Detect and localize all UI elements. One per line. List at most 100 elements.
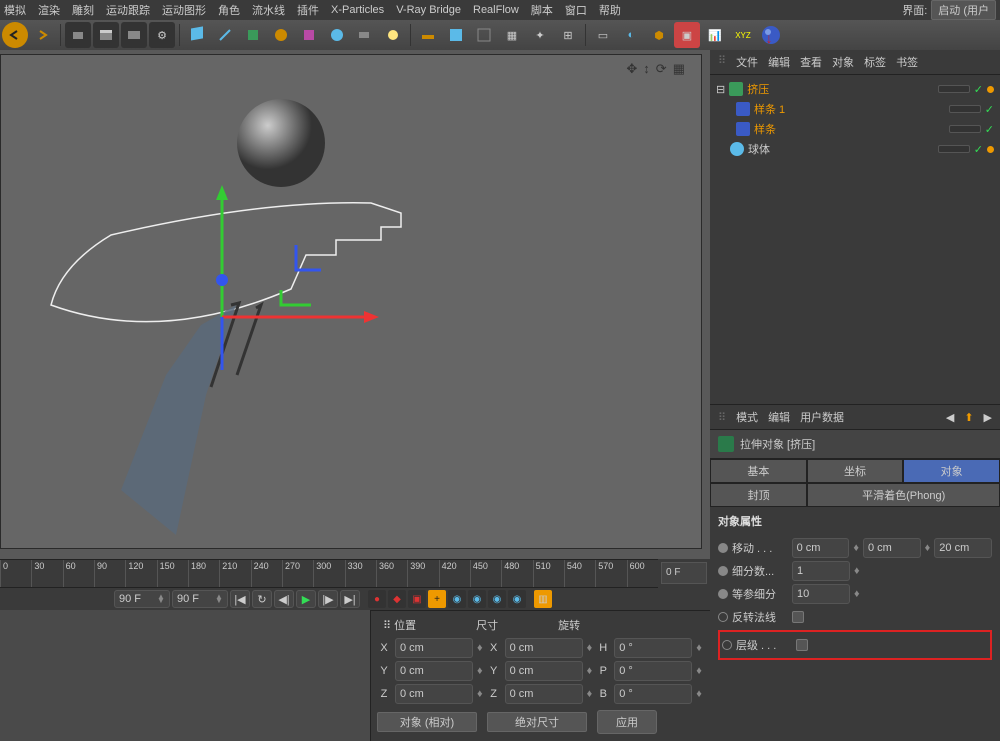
camera-tool-icon[interactable] — [352, 22, 378, 48]
apply-button[interactable]: 应用 — [597, 710, 657, 734]
panel-tab[interactable]: 编辑 — [768, 54, 790, 70]
step-fwd-button[interactable]: |▶ — [318, 590, 338, 608]
prop-dot[interactable] — [718, 543, 728, 553]
rot-h-input[interactable]: 0 ° — [614, 638, 692, 658]
grid-icon[interactable] — [471, 22, 497, 48]
sphere-tool-icon[interactable]: ↓ — [758, 22, 784, 48]
xyz-icon[interactable]: XYZ — [730, 22, 756, 48]
opt2-button[interactable]: ◉ — [468, 590, 486, 608]
tool3-icon[interactable]: ▣ — [674, 22, 700, 48]
panel-tab[interactable]: 书签 — [896, 54, 918, 70]
move-z-input[interactable]: 20 cm — [934, 538, 992, 558]
menu-item[interactable]: 流水线 — [252, 2, 285, 18]
prop-dot[interactable] — [718, 612, 728, 622]
key-button[interactable]: ◆ — [388, 590, 406, 608]
render-settings-icon[interactable]: ⚙ — [149, 22, 175, 48]
nurbs-icon[interactable] — [240, 22, 266, 48]
size-x-input[interactable]: 0 cm — [505, 638, 583, 658]
subdiv-input[interactable]: 1 — [792, 561, 850, 581]
move-x-input[interactable]: 0 cm — [792, 538, 850, 558]
environment-icon[interactable] — [324, 22, 350, 48]
size-y-input[interactable]: 0 cm — [505, 661, 583, 681]
prop-dot[interactable] — [722, 640, 732, 650]
menu-item[interactable]: 窗口 — [565, 2, 587, 18]
tab-caps[interactable]: 封顶 — [710, 483, 807, 507]
goto-start-button[interactable]: |◀ — [230, 590, 250, 608]
attr-tab[interactable]: 模式 — [736, 409, 758, 425]
menu-item[interactable]: 雕刻 — [72, 2, 94, 18]
layout-button[interactable]: ▥ — [534, 590, 552, 608]
menu-item[interactable]: 模拟 — [4, 2, 26, 18]
tree-item-spline1[interactable]: 样条 1 ✓ — [716, 99, 994, 119]
isoparm-input[interactable]: 10 — [792, 584, 850, 604]
generator-icon[interactable] — [268, 22, 294, 48]
panel-tab[interactable]: 查看 — [800, 54, 822, 70]
pos-mode-dropdown[interactable]: 对象 (相对) — [377, 712, 477, 732]
tool1-icon[interactable]: ◐ — [618, 22, 644, 48]
tool2-icon[interactable]: ⬢ — [646, 22, 672, 48]
pos-x-input[interactable]: 0 cm — [395, 638, 473, 658]
tab-coord[interactable]: 坐标 — [807, 459, 904, 483]
interface-dropdown[interactable]: 启动 (用户 — [931, 0, 996, 20]
render-icon[interactable] — [121, 22, 147, 48]
tab-basic[interactable]: 基本 — [710, 459, 807, 483]
menu-item[interactable]: RealFlow — [473, 4, 519, 16]
cube-icon[interactable] — [184, 22, 210, 48]
menu-item[interactable]: 脚本 — [531, 2, 553, 18]
fliprule-checkbox[interactable] — [792, 611, 804, 623]
menu-item[interactable]: 角色 — [218, 2, 240, 18]
workplane-icon[interactable]: ▭ — [590, 22, 616, 48]
tool4-icon[interactable]: 📊 — [702, 22, 728, 48]
tree-item-extrude[interactable]: ⊟ 挤压 ✓ — [716, 79, 994, 99]
pos-z-input[interactable]: 0 cm — [395, 684, 473, 704]
floor-icon[interactable] — [415, 22, 441, 48]
camera-icon[interactable] — [65, 22, 91, 48]
tab-phong[interactable]: 平滑着色(Phong) — [807, 483, 1000, 507]
rot-p-input[interactable]: 0 ° — [614, 661, 692, 681]
timeline-ruler[interactable]: 0 30 60 90 120 150 180 210 240 270 300 3… — [0, 559, 658, 588]
menu-item[interactable]: 运动图形 — [162, 2, 206, 18]
panel-tab[interactable]: 对象 — [832, 54, 854, 70]
menu-item[interactable]: 插件 — [297, 2, 319, 18]
pos-y-input[interactable]: 0 cm — [395, 661, 473, 681]
nav-fwd-icon[interactable]: ▶ — [984, 411, 992, 424]
prop-dot[interactable] — [718, 566, 728, 576]
rec-button[interactable]: ● — [368, 590, 386, 608]
tab-object[interactable]: 对象 — [903, 459, 1000, 483]
tree-item-sphere[interactable]: 球体 ✓ — [716, 139, 994, 159]
add-button[interactable]: + — [428, 590, 446, 608]
move-y-input[interactable]: 0 cm — [863, 538, 921, 558]
menu-item[interactable]: V-Ray Bridge — [396, 4, 461, 16]
size-mode-dropdown[interactable]: 绝对尺寸 — [487, 712, 587, 732]
opt4-button[interactable]: ◉ — [508, 590, 526, 608]
clapper-icon[interactable] — [93, 22, 119, 48]
attr-tab[interactable]: 编辑 — [768, 409, 790, 425]
attr-tab[interactable]: 用户数据 — [800, 409, 844, 425]
menu-item[interactable]: X-Particles — [331, 4, 384, 16]
panel-tab[interactable]: 标签 — [864, 54, 886, 70]
main-grid-icon[interactable]: ▦ — [499, 22, 525, 48]
3d-viewport[interactable]: ✥ ↕ ⟳ ▦ — [0, 54, 702, 549]
step-back-button[interactable]: ◀| — [274, 590, 294, 608]
sky-icon[interactable] — [443, 22, 469, 48]
rot-b-input[interactable]: 0 ° — [614, 684, 692, 704]
nav-back-icon[interactable]: ◀ — [946, 411, 954, 424]
undo-icon[interactable] — [2, 22, 28, 48]
opt1-button[interactable]: ◉ — [448, 590, 466, 608]
current-frame-field[interactable]: 90 F▲▼ — [114, 590, 170, 608]
light-icon[interactable] — [380, 22, 406, 48]
end-frame-field[interactable]: 90 F▲▼ — [172, 590, 228, 608]
redo-icon[interactable] — [30, 22, 56, 48]
prop-dot[interactable] — [718, 589, 728, 599]
tree-item-spline[interactable]: 样条 ✓ — [716, 119, 994, 139]
deformer-icon[interactable] — [296, 22, 322, 48]
size-z-input[interactable]: 0 cm — [505, 684, 583, 704]
loop-button[interactable]: ↻ — [252, 590, 272, 608]
nav-up-icon[interactable]: ⬆ — [964, 411, 973, 424]
menu-item[interactable]: 渲染 — [38, 2, 60, 18]
pen-icon[interactable] — [212, 22, 238, 48]
menu-item[interactable]: 运动跟踪 — [106, 2, 150, 18]
opt3-button[interactable]: ◉ — [488, 590, 506, 608]
menu-item[interactable]: 帮助 — [599, 2, 621, 18]
frame-end-field[interactable]: 0 F — [661, 562, 707, 584]
